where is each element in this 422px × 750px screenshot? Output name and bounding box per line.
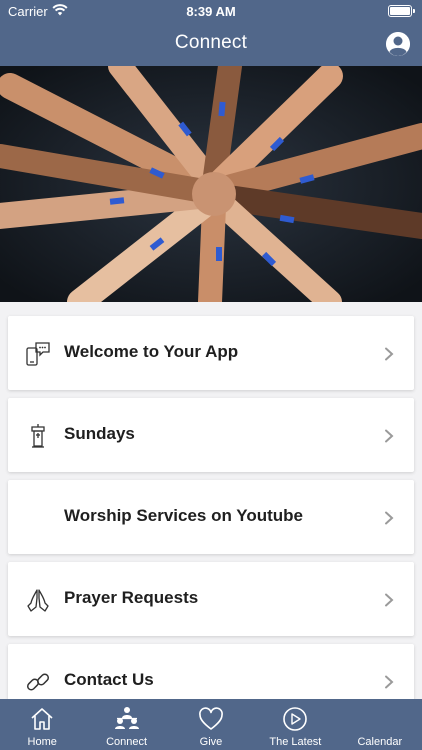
praying-hands-icon xyxy=(27,589,49,612)
tab-label: The Latest xyxy=(269,736,322,748)
tab-give[interactable]: Give xyxy=(169,699,253,750)
chevron-right-icon xyxy=(385,429,394,443)
menu-list: Welcome to Your App Sundays Worship Serv… xyxy=(8,316,414,726)
status-bar: Carrier 8:39 AM xyxy=(0,0,422,22)
tab-label: Calendar xyxy=(357,736,403,748)
phone-chat-icon xyxy=(26,342,50,366)
profile-icon[interactable] xyxy=(386,32,410,56)
tab-label: Connect xyxy=(106,736,148,748)
chevron-right-icon xyxy=(385,593,394,607)
home-icon xyxy=(31,708,53,730)
tab-calendar[interactable]: Calendar xyxy=(338,699,422,750)
pulpit-icon xyxy=(31,424,45,448)
people-icon xyxy=(114,707,139,729)
tab-bar: Home Connect Give The Latest Calendar xyxy=(0,699,422,750)
tab-label: Home xyxy=(27,736,57,748)
link-icon xyxy=(26,673,50,691)
menu-item-prayer-requests[interactable]: Prayer Requests xyxy=(8,562,414,636)
chevron-right-icon xyxy=(385,347,394,361)
menu-item-label: Sundays xyxy=(64,424,135,443)
play-circle-icon xyxy=(283,707,308,731)
page-title: Connect xyxy=(174,32,248,53)
tab-home[interactable]: Home xyxy=(0,699,84,750)
status-time: 8:39 AM xyxy=(186,4,236,19)
heart-icon xyxy=(199,707,223,730)
tab-label: Give xyxy=(199,736,223,748)
menu-item-label: Welcome to Your App xyxy=(64,342,239,361)
header: Carrier 8:39 AM Connect xyxy=(0,0,422,66)
menu-item-label: Worship Services on Youtube xyxy=(64,506,303,525)
battery-icon xyxy=(388,5,415,17)
menu-item-sundays[interactable]: Sundays xyxy=(8,398,414,472)
menu-item-label: Contact Us xyxy=(64,670,154,689)
chevron-right-icon xyxy=(385,675,394,689)
hero-image xyxy=(0,66,422,302)
chevron-right-icon xyxy=(385,511,394,525)
menu-item-youtube[interactable]: Worship Services on Youtube xyxy=(8,480,414,554)
tab-connect[interactable]: Connect xyxy=(84,699,168,750)
menu-item-welcome[interactable]: Welcome to Your App xyxy=(8,316,414,390)
menu-item-label: Prayer Requests xyxy=(64,588,199,607)
tab-the-latest[interactable]: The Latest xyxy=(253,699,337,750)
